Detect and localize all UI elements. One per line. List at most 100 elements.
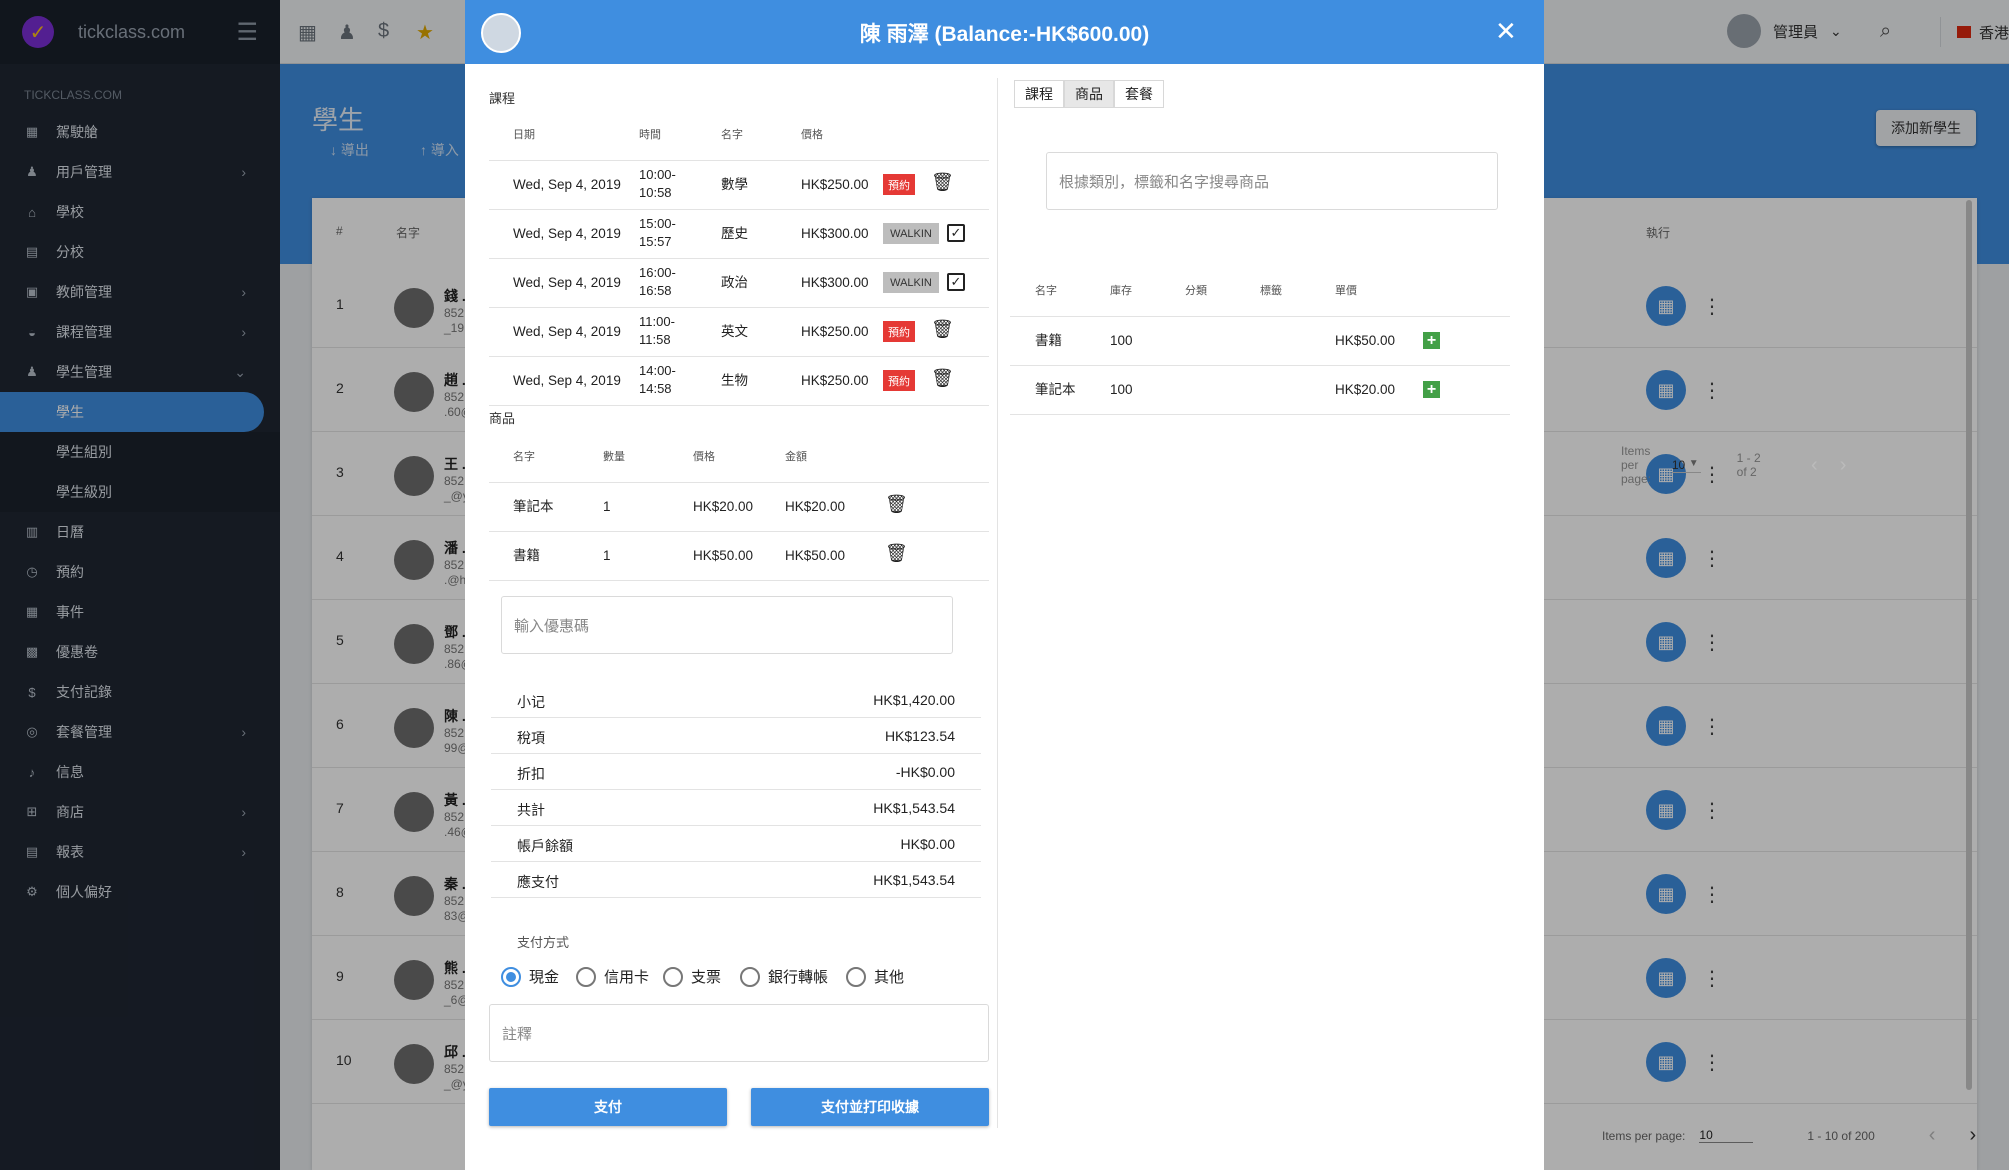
dialog-header: 陳 雨澤 (Balance:-HK$600.00) ✕ bbox=[465, 0, 1544, 64]
divider bbox=[489, 209, 989, 210]
pay-and-print-button[interactable]: 支付並打印收據 bbox=[751, 1088, 989, 1126]
remark-input[interactable]: 註釋 bbox=[489, 1004, 989, 1062]
course-name: 生物 bbox=[721, 373, 748, 388]
summary-value: HK$123.54 bbox=[884, 728, 955, 744]
product-search-input[interactable]: 根據類別，標籤和名字搜尋商品 bbox=[1046, 152, 1498, 210]
course-name: 政治 bbox=[721, 275, 748, 290]
payment-option[interactable]: 其他 bbox=[846, 966, 904, 987]
divider bbox=[489, 482, 989, 483]
product-header-name: 名字 bbox=[513, 451, 535, 463]
summary-row: 共計 HK$1,543.54 bbox=[491, 790, 981, 826]
close-icon[interactable]: ✕ bbox=[1495, 16, 1517, 47]
divider bbox=[489, 405, 989, 406]
reservation-badge: 預約 bbox=[883, 174, 915, 195]
payment-option[interactable]: 銀行轉帳 bbox=[740, 966, 828, 987]
divider bbox=[489, 307, 989, 308]
product-price: HK$20.00 bbox=[693, 499, 754, 514]
product-amount: HK$20.00 bbox=[785, 499, 846, 514]
course-price: HK$300.00 bbox=[801, 226, 869, 241]
add-product-icon[interactable]: + bbox=[1423, 332, 1440, 349]
divider bbox=[489, 356, 989, 357]
summary-label: 應支付 bbox=[517, 874, 559, 890]
radio-button[interactable] bbox=[663, 966, 683, 987]
trash-icon[interactable]: 🗑 bbox=[931, 368, 954, 389]
trash-icon[interactable]: 🗑 bbox=[885, 494, 908, 515]
divider bbox=[1010, 316, 1510, 317]
checkbox-checked[interactable]: ✓ bbox=[947, 224, 965, 242]
product-name: 書籍 bbox=[513, 548, 540, 563]
course-date: Wed, Sep 4, 2019 bbox=[513, 324, 621, 339]
trash-icon[interactable]: 🗑 bbox=[931, 319, 954, 340]
trash-icon[interactable]: 🗑 bbox=[885, 543, 908, 564]
summary-value: HK$0.00 bbox=[900, 836, 955, 852]
page-size-select[interactable]: 10 ▼ bbox=[1671, 458, 1701, 473]
walkin-badge: WALKIN bbox=[883, 272, 939, 293]
product-qty: 1 bbox=[603, 499, 611, 514]
store-product-stock: 100 bbox=[1110, 333, 1133, 348]
summary-label: 折扣 bbox=[517, 766, 545, 782]
store-product-price: HK$20.00 bbox=[1335, 382, 1396, 397]
pager-range: 1 - 2 of 2 bbox=[1736, 451, 1761, 479]
radio-button[interactable] bbox=[576, 966, 596, 987]
summary-value: HK$1,543.54 bbox=[873, 800, 955, 816]
product-header-category: 分類 bbox=[1185, 285, 1207, 297]
payment-option[interactable]: 信用卡 bbox=[576, 966, 649, 987]
reservation-badge: 預約 bbox=[883, 370, 915, 391]
course-date: Wed, Sep 4, 2019 bbox=[513, 226, 621, 241]
course-time: 16:00- 16:58 bbox=[639, 265, 676, 298]
payment-option-label: 銀行轉帳 bbox=[768, 969, 829, 986]
payment-option-label: 其他 bbox=[874, 969, 905, 986]
summary-label: 小记 bbox=[517, 694, 545, 710]
add-product-icon[interactable]: + bbox=[1423, 381, 1440, 398]
course-time: 10:00- 10:58 bbox=[639, 167, 676, 200]
coupon-input[interactable]: 輸入優惠碼 bbox=[501, 596, 953, 654]
pay-button[interactable]: 支付 bbox=[489, 1088, 727, 1126]
course-date: Wed, Sep 4, 2019 bbox=[513, 275, 621, 290]
divider bbox=[489, 531, 989, 532]
summary-value: HK$1,543.54 bbox=[873, 872, 955, 888]
store-product-name: 筆記本 bbox=[1035, 382, 1076, 397]
products-section-title: 商品 bbox=[489, 411, 516, 426]
radio-button[interactable] bbox=[846, 966, 866, 987]
product-header-tags: 標籤 bbox=[1260, 285, 1282, 297]
course-name: 數學 bbox=[721, 177, 748, 192]
dialog-title: 陳 雨澤 (Balance:-HK$600.00) bbox=[859, 23, 1150, 46]
course-name: 英文 bbox=[721, 324, 748, 339]
payment-option[interactable]: 現金 bbox=[501, 966, 559, 987]
course-header-name: 名字 bbox=[721, 129, 743, 141]
divider bbox=[489, 580, 989, 581]
product-header-price: 價格 bbox=[693, 451, 715, 463]
product-name: 筆記本 bbox=[513, 499, 554, 514]
product-header-amount: 金額 bbox=[785, 451, 807, 463]
next-page-icon[interactable]: › bbox=[1840, 454, 1847, 477]
product-qty: 1 bbox=[603, 548, 611, 563]
course-header-price: 價格 bbox=[801, 129, 823, 141]
divider bbox=[1010, 414, 1510, 415]
summary-value: -HK$0.00 bbox=[895, 764, 955, 780]
tab-2[interactable]: 套餐 bbox=[1114, 80, 1164, 108]
prev-page-icon[interactable]: ‹ bbox=[1811, 454, 1818, 477]
product-header-qty: 數量 bbox=[603, 451, 625, 463]
product-header-unit-price: 單價 bbox=[1335, 285, 1357, 297]
radio-button[interactable] bbox=[501, 966, 521, 987]
tab-1[interactable]: 商品 bbox=[1064, 80, 1114, 108]
product-pager: Items per page: 10 ▼ 1 - 2 of 2 ‹ › bbox=[1621, 444, 1846, 486]
payment-option-label: 支票 bbox=[691, 969, 722, 986]
divider bbox=[489, 258, 989, 259]
course-name: 歷史 bbox=[721, 226, 748, 241]
payment-option-label: 現金 bbox=[529, 969, 560, 986]
tab-0[interactable]: 課程 bbox=[1014, 80, 1064, 108]
radio-button[interactable] bbox=[740, 966, 760, 987]
payment-option[interactable]: 支票 bbox=[663, 966, 721, 987]
summary-label: 稅項 bbox=[517, 730, 545, 746]
trash-icon[interactable]: 🗑 bbox=[931, 172, 954, 193]
checkbox-checked[interactable]: ✓ bbox=[947, 273, 965, 291]
pager-label: Items per page: bbox=[1621, 444, 1652, 486]
product-header-name: 名字 bbox=[1035, 285, 1057, 297]
summary-row: 應支付 HK$1,543.54 bbox=[491, 862, 981, 898]
divider bbox=[489, 160, 989, 161]
summary-row: 帳戶餘額 HK$0.00 bbox=[491, 826, 981, 862]
course-time: 14:00- 14:58 bbox=[639, 363, 676, 396]
course-price: HK$250.00 bbox=[801, 324, 869, 339]
courses-section-title: 課程 bbox=[489, 91, 516, 106]
